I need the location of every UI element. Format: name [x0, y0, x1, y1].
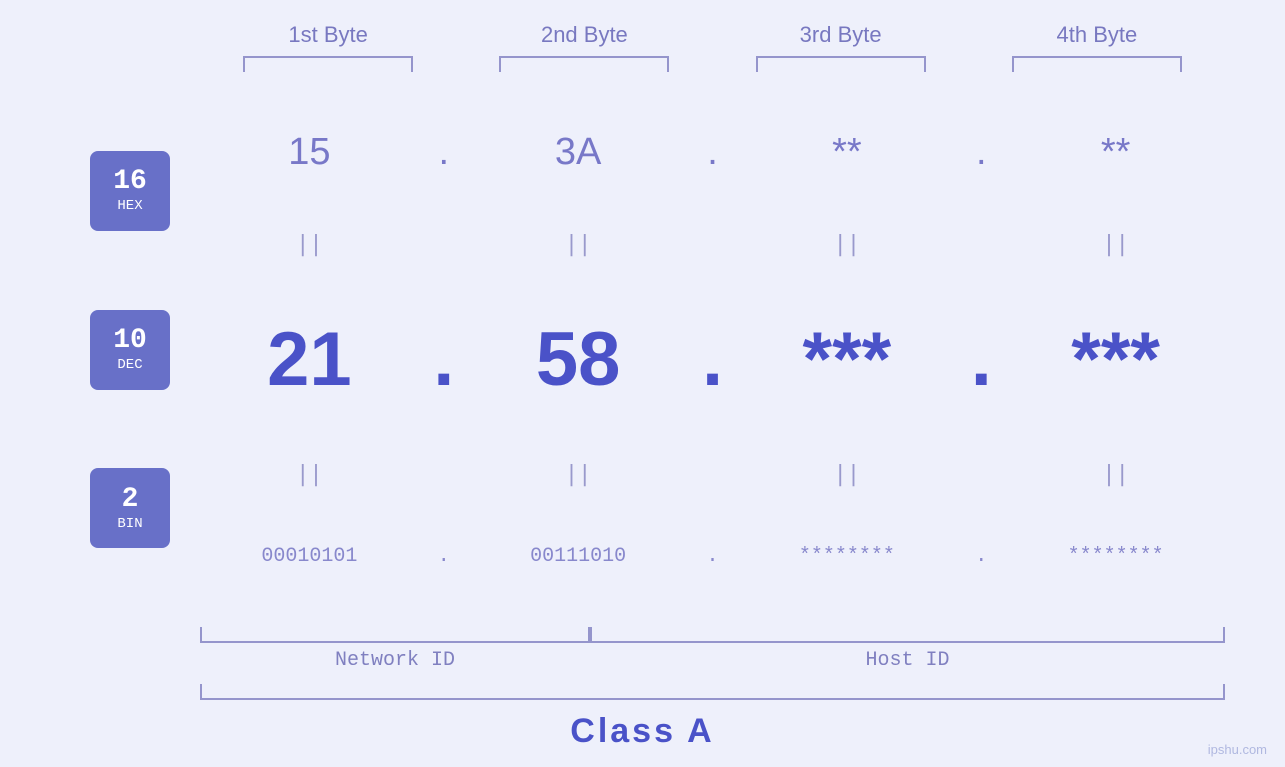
eq-row-1: || || || || — [200, 232, 1225, 257]
hex-val-4: ** — [1006, 131, 1225, 174]
bottom-brackets-row — [200, 627, 1225, 643]
byte4-header: 4th Byte — [969, 22, 1225, 48]
network-bracket — [200, 627, 590, 643]
class-section: Class A — [0, 700, 1285, 767]
watermark: ipshu.com — [1208, 742, 1267, 757]
dec-dot-1: . — [419, 316, 469, 403]
bottom-labels-row: Network ID Host ID — [200, 649, 1225, 672]
badges-column: 16 HEX 10 DEC 2 BIN — [60, 72, 200, 627]
eq-2-c1: || — [200, 462, 419, 487]
bin-val-3: ******** — [738, 545, 957, 568]
dec-dot-3: . — [956, 316, 1006, 403]
eq-2-c4: || — [1006, 462, 1225, 487]
bracket-col-2 — [456, 56, 712, 72]
outer-bracket-section — [0, 672, 1285, 700]
bin-data-row: 00010101 . 00111010 . ******** . — [200, 545, 1225, 568]
byte3-header: 3rd Byte — [713, 22, 969, 48]
bracket-col-4 — [969, 56, 1225, 72]
bin-val-1: 00010101 — [200, 545, 419, 568]
byte-headers-row: 1st Byte 2nd Byte 3rd Byte 4th Byte — [0, 0, 1285, 48]
dec-dot-2: . — [688, 316, 738, 403]
class-label: Class A — [570, 712, 714, 750]
dec-val-4: *** — [1006, 316, 1225, 403]
top-brackets — [0, 48, 1285, 72]
eq-1-c1: || — [200, 232, 419, 257]
bin-val-2: 00111010 — [469, 545, 688, 568]
bracket-1 — [243, 56, 413, 72]
main-content: 16 HEX 10 DEC 2 BIN 15 . — [0, 72, 1285, 627]
bottom-labels-section: Network ID Host ID — [0, 627, 1285, 672]
eq-2-c3: || — [738, 462, 957, 487]
outer-bracket — [200, 684, 1225, 700]
dec-val-2: 58 — [469, 316, 688, 403]
host-bracket — [590, 627, 1225, 643]
bin-badge: 2 BIN — [90, 468, 170, 548]
bin-badge-number: 2 — [122, 485, 139, 516]
dec-data-row: 21 . 58 . *** . *** — [200, 316, 1225, 403]
eq-1-c4: || — [1006, 232, 1225, 257]
bin-dot-3: . — [956, 545, 1006, 568]
eq-2-c2: || — [469, 462, 688, 487]
network-id-label: Network ID — [200, 649, 590, 672]
hex-badge: 16 HEX — [90, 151, 170, 231]
bracket-col-1 — [200, 56, 456, 72]
hex-val-3: ** — [738, 131, 957, 174]
hex-dot-2: . — [688, 131, 738, 174]
hex-dot-1: . — [419, 131, 469, 174]
hex-badge-label: HEX — [117, 198, 142, 214]
hex-data-row: 15 . 3A . ** . ** — [200, 131, 1225, 174]
dec-badge-number: 10 — [113, 326, 147, 357]
eq-row-2: || || || || — [200, 462, 1225, 487]
dec-val-3: *** — [738, 316, 957, 403]
hex-badge-number: 16 — [113, 167, 147, 198]
dec-badge-label: DEC — [117, 357, 142, 373]
dec-badge: 10 DEC — [90, 310, 170, 390]
bracket-col-3 — [713, 56, 969, 72]
bin-badge-label: BIN — [117, 516, 142, 532]
bracket-4 — [1012, 56, 1182, 72]
bracket-3 — [756, 56, 926, 72]
dec-val-1: 21 — [200, 316, 419, 403]
bin-val-4: ******** — [1006, 545, 1225, 568]
eq-1-c3: || — [738, 232, 957, 257]
hex-dot-3: . — [956, 131, 1006, 174]
hex-val-1: 15 — [200, 131, 419, 174]
eq-1-c2: || — [469, 232, 688, 257]
byte2-header: 2nd Byte — [456, 22, 712, 48]
byte1-header: 1st Byte — [200, 22, 456, 48]
bin-dot-1: . — [419, 545, 469, 568]
hex-val-2: 3A — [469, 131, 688, 174]
page-container: 1st Byte 2nd Byte 3rd Byte 4th Byte 16 H… — [0, 0, 1285, 767]
bin-dot-2: . — [688, 545, 738, 568]
host-id-label: Host ID — [590, 649, 1225, 672]
data-section: 15 . 3A . ** . ** — [200, 72, 1225, 627]
bracket-2 — [499, 56, 669, 72]
